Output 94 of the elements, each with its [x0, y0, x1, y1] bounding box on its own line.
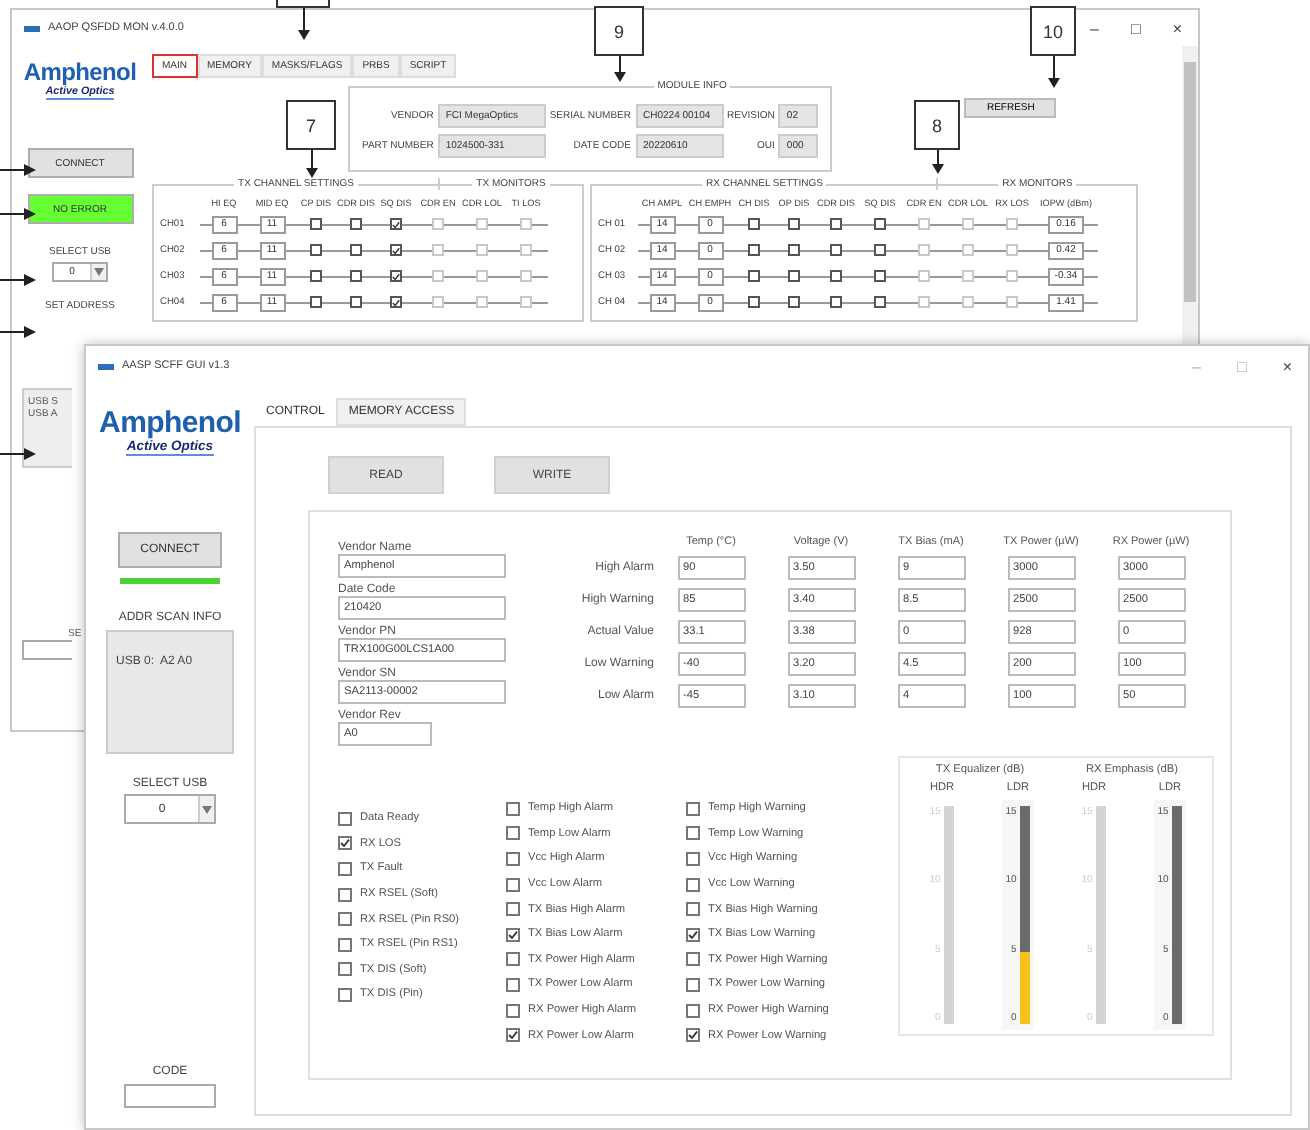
- checkbox[interactable]: [506, 927, 520, 942]
- checkbox[interactable]: [310, 218, 322, 230]
- callout-arrow: [613, 56, 625, 82]
- callout-arrow: [305, 150, 317, 178]
- checkbox[interactable]: [748, 218, 760, 230]
- pointer-arrow: [0, 164, 36, 176]
- checkbox[interactable]: [350, 218, 362, 230]
- checkbox[interactable]: [686, 801, 700, 816]
- checkbox[interactable]: [686, 1028, 700, 1043]
- checkbox[interactable]: [506, 902, 520, 917]
- checkbox[interactable]: [686, 952, 700, 967]
- window-control[interactable]: –: [1086, 19, 1103, 37]
- slider-track[interactable]: [1172, 806, 1183, 1024]
- checkbox[interactable]: [350, 244, 362, 256]
- checkbox[interactable]: [338, 887, 352, 902]
- checkbox[interactable]: [748, 244, 760, 256]
- caret-icon: [202, 805, 212, 813]
- checkbox[interactable]: [874, 270, 886, 282]
- checkbox[interactable]: [310, 244, 322, 256]
- checkbox[interactable]: [686, 1003, 700, 1018]
- checkbox[interactable]: [874, 296, 886, 308]
- checkbox[interactable]: [506, 801, 520, 816]
- checkbox[interactable]: [830, 218, 842, 230]
- check-icon: [688, 1030, 698, 1041]
- check-icon: [392, 271, 400, 281]
- checkbox[interactable]: [338, 912, 352, 927]
- code-field[interactable]: [124, 1084, 216, 1108]
- callout-arrow: [1047, 56, 1059, 88]
- app-icon: [98, 363, 114, 369]
- checkbox[interactable]: [338, 811, 352, 826]
- scrollbar-thumb[interactable]: [1184, 62, 1196, 302]
- callout-arrow: [931, 150, 943, 174]
- checkbox[interactable]: [338, 861, 352, 876]
- checkbox[interactable]: [506, 1003, 520, 1018]
- checkbox[interactable]: [310, 296, 322, 308]
- pointer-arrow: [0, 274, 36, 286]
- checkbox[interactable]: [788, 218, 800, 230]
- checkbox[interactable]: [686, 877, 700, 892]
- callout-box: 8: [914, 100, 960, 150]
- window-control[interactable]: ×: [1168, 19, 1186, 37]
- checkbox[interactable]: [686, 902, 700, 917]
- checkbox[interactable]: [748, 270, 760, 282]
- pointer-arrow: [0, 326, 36, 338]
- pointer-arrow: [0, 208, 36, 220]
- checkbox[interactable]: [830, 270, 842, 282]
- callout-box: 7: [286, 100, 336, 150]
- checkbox[interactable]: [686, 851, 700, 866]
- caret-icon: [94, 268, 104, 276]
- app-icon: [24, 25, 40, 31]
- checkbox[interactable]: [748, 296, 760, 308]
- checkbox[interactable]: [338, 836, 352, 851]
- checkbox[interactable]: [506, 851, 520, 866]
- check-icon: [340, 838, 350, 849]
- check-icon: [392, 245, 400, 255]
- logo-wordmark: Amphenol: [23, 58, 137, 86]
- checkbox[interactable]: [506, 952, 520, 967]
- check-icon: [508, 929, 518, 940]
- checkbox[interactable]: [788, 270, 800, 282]
- checkbox[interactable]: [338, 937, 352, 952]
- pointer-arrow: [0, 448, 36, 460]
- checkbox[interactable]: [390, 296, 402, 308]
- check-icon: [688, 929, 698, 940]
- check-icon: [392, 297, 400, 307]
- checkbox[interactable]: [830, 296, 842, 308]
- checkbox[interactable]: [506, 977, 520, 992]
- callout-box: 10: [1030, 6, 1076, 56]
- checkbox[interactable]: [506, 1028, 520, 1043]
- checkbox[interactable]: [350, 296, 362, 308]
- checkbox[interactable]: [686, 927, 700, 942]
- checkbox[interactable]: [506, 826, 520, 841]
- slider-track[interactable]: [1020, 806, 1031, 1024]
- checkbox[interactable]: [390, 218, 402, 230]
- checkbox[interactable]: [390, 270, 402, 282]
- checkbox[interactable]: [390, 244, 402, 256]
- logo-wordmark: Amphenol: [99, 406, 241, 440]
- callout-box: 9: [594, 6, 644, 56]
- checkbox[interactable]: [338, 962, 352, 977]
- window-control[interactable]: ×: [1278, 357, 1296, 375]
- checkbox[interactable]: [506, 877, 520, 892]
- window-control[interactable]: □: [1126, 19, 1145, 37]
- input-field[interactable]: [22, 640, 72, 660]
- checkbox[interactable]: [350, 270, 362, 282]
- checkbox[interactable]: [788, 296, 800, 308]
- checkbox[interactable]: [788, 244, 800, 256]
- checkbox[interactable]: [338, 987, 352, 1002]
- check-icon: [392, 219, 400, 229]
- check-icon: [508, 1030, 518, 1041]
- checkbox[interactable]: [830, 244, 842, 256]
- checkbox[interactable]: [310, 270, 322, 282]
- checkbox[interactable]: [686, 826, 700, 841]
- checkbox[interactable]: [686, 977, 700, 992]
- callout-arrow: [297, 8, 309, 40]
- checkbox[interactable]: [874, 244, 886, 256]
- checkbox[interactable]: [874, 218, 886, 230]
